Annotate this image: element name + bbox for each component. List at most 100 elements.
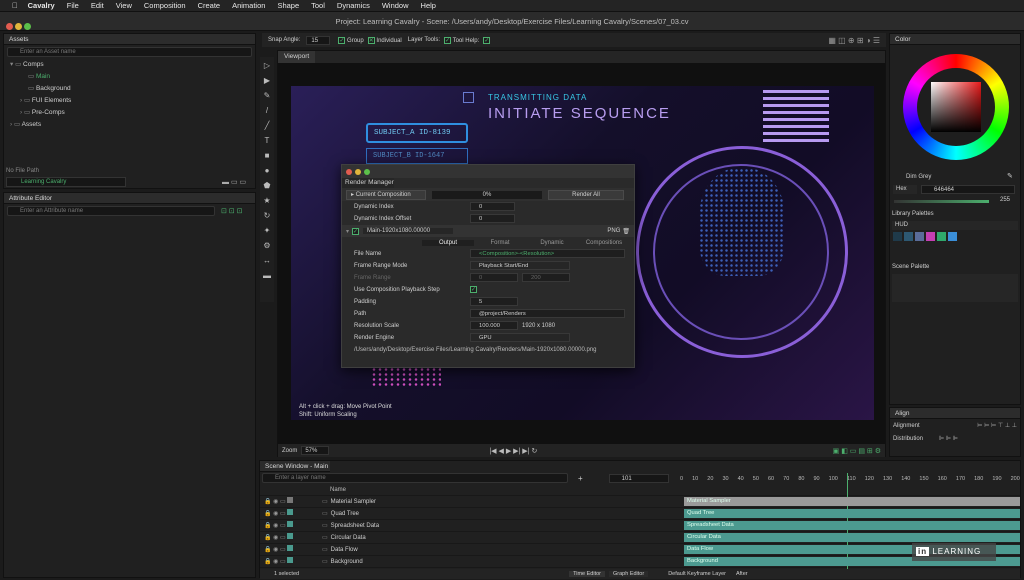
menu-file[interactable]: File [67,1,79,10]
current-comp-button[interactable]: ▸ Current Composition [346,189,426,200]
frame-input[interactable]: 101 [608,473,669,483]
layer-name[interactable]: Quad Tree [331,508,359,520]
playback-controls[interactable]: |◀ ◀ ▶ ▶| ▶| ↻ [489,447,537,455]
group-toggle[interactable]: ✓ Group [338,36,364,44]
hex-input[interactable]: 646464 [921,185,1015,194]
menu-help[interactable]: Help [421,1,436,10]
resize-tool-icon[interactable]: ↔ [261,255,273,267]
select-tool-icon[interactable]: ▷ [261,60,273,72]
view-buttons[interactable]: ▦ ◫ ⊕ ⊞ ◑ ☰ [828,36,880,45]
menu-edit[interactable]: Edit [91,1,104,10]
zoom-input[interactable]: 57% [301,446,330,455]
tree-item-precomps[interactable]: › ▭ Pre-Comps [10,107,255,119]
alpha-value[interactable]: 255 [1000,197,1010,203]
text-tool-icon[interactable]: T [261,135,273,147]
menu-composition[interactable]: Composition [144,1,186,10]
tab-compositions[interactable]: Compositions [578,240,630,246]
path-input[interactable]: @project/Renders [470,309,625,318]
render-item-row[interactable]: ▾ ✓ Main-1920x1080.00000 PNG 🗑 [342,225,634,237]
alignment-buttons[interactable]: ⊨ ⊨ ⊨ ⊤ ⊥ ⊥ [977,422,1017,429]
graph-editor-tab[interactable]: Graph Editor [609,571,649,577]
dyn-offset-input[interactable]: 0 [470,214,515,223]
rm-zoom[interactable] [364,168,370,175]
layer-toggles[interactable]: 🔒 ◉ ▭ [260,508,322,520]
project-select[interactable]: Learning Cavalry [6,177,126,187]
layer-track[interactable]: Circular Data [684,533,1020,542]
menu-dynamics[interactable]: Dynamics [337,1,370,10]
menu-shape[interactable]: Shape [277,1,299,10]
sparkle-tool-icon[interactable]: ✦ [261,225,273,237]
distribution-buttons[interactable]: ⊫ ⊫ ⊫ [939,435,958,442]
color-mode-select[interactable]: Hex [893,185,917,194]
direct-select-icon[interactable]: ▶ [261,75,273,87]
layer-name[interactable]: Data Flow [331,544,358,556]
tree-item-background[interactable]: ▭ Background [10,83,255,95]
menu-animation[interactable]: Animation [232,1,265,10]
menu-window[interactable]: Window [382,1,409,10]
polygon-tool-icon[interactable]: ⬟ [261,180,273,192]
viewport-tab[interactable]: Viewport [278,51,316,63]
snap-angle-input[interactable]: 15 [306,35,331,45]
attribute-search-input[interactable]: Enter an Attribute name [7,206,215,216]
tree-item-assets[interactable]: › ▭ Assets [10,119,255,131]
ellipse-tool-icon[interactable]: ● [261,165,273,177]
tab-format[interactable]: Format [474,240,526,246]
swatch[interactable] [915,232,924,241]
layer-toggles[interactable]: 🔒 ◉ ▭ [260,520,322,532]
apple-icon[interactable]:  [12,1,18,10]
gear-icon[interactable]: ⚙ [261,240,273,252]
swatch[interactable] [893,232,902,241]
viewport-options[interactable]: ▣ ◧ ▭ ▤ ⊞ ⚙ [833,447,881,455]
layer-toggles[interactable]: 🔒 ◉ ▭ [260,532,322,544]
tab-dynamic[interactable]: Dynamic [526,240,578,246]
layer-name[interactable]: Material Sampler [331,496,376,508]
attr-filter-icons[interactable]: ⊡ ⊡ ⊡ [221,207,243,215]
asset-search-input[interactable]: Enter an Asset name [7,47,252,57]
menu-app[interactable]: Cavalry [28,1,55,10]
render-all-button[interactable]: Render All [548,189,624,200]
line-tool-icon[interactable]: ╱ [261,120,273,132]
keyframe-layer-select[interactable]: Default Keyframe Layer [668,571,726,577]
tab-output[interactable]: Output [422,239,474,246]
layer-track[interactable]: Spreadsheet Data [684,521,1020,530]
alpha-slider[interactable] [894,200,989,203]
layer-search-input[interactable]: Enter a layer name [262,473,568,483]
dyn-index-input[interactable]: 0 [470,202,515,211]
palette-select[interactable]: HUD [892,221,1018,230]
pencil-tool-icon[interactable]: / [261,105,273,117]
tree-item-comps[interactable]: ▾ ▭ Comps [10,59,255,71]
swatch[interactable] [937,232,946,241]
swatch[interactable] [904,232,913,241]
frame-mode-select[interactable]: Playback Start/End [470,261,570,270]
tool-help-toggle[interactable]: ✓ Tool Help: [444,36,479,44]
swatch[interactable] [926,232,935,241]
menu-view[interactable]: View [116,1,132,10]
tree-item-main[interactable]: ▭ Main [10,71,255,83]
star-tool-icon[interactable]: ★ [261,195,273,207]
color-wheel[interactable] [903,54,1009,160]
layer-name[interactable]: Background [331,556,363,568]
file-name-input[interactable]: <Composition>-<Resolution> [470,249,625,258]
tool-help-check[interactable]: ✓ [483,36,491,44]
bar-tool-icon[interactable]: ▬ [261,270,273,282]
layer-name[interactable]: Circular Data [331,532,366,544]
frame-end-input[interactable]: 200 [522,273,570,282]
menu-tool[interactable]: Tool [311,1,325,10]
layer-toggles[interactable]: 🔒 ◉ ▭ [260,496,322,508]
add-layer-button[interactable]: + [578,474,583,483]
color-square[interactable] [931,82,981,132]
layer-name[interactable]: Spreadsheet Data [331,520,379,532]
layer-toggles[interactable]: 🔒 ◉ ▭ [260,556,322,568]
scene-palette-area[interactable] [892,274,1018,302]
rm-close[interactable] [346,168,352,175]
frame-start-input[interactable]: 0 [470,273,518,282]
timeline-ruler[interactable]: 0 10 20 30 40 50 60 70 80 90 100 110 120 130 140 150 160… [680,473,1020,485]
layer-track[interactable]: Quad Tree [684,509,1020,518]
layer-track[interactable]: Material Sampler [684,497,1020,506]
pen-tool-icon[interactable]: ✎ [261,90,273,102]
engine-select[interactable]: GPU [470,333,570,342]
asset-buttons[interactable]: ▬ ▭ ▭ [222,178,246,186]
time-editor-tab[interactable]: Time Editor [569,571,605,577]
menu-create[interactable]: Create [198,1,221,10]
rm-minimize[interactable] [355,168,361,175]
